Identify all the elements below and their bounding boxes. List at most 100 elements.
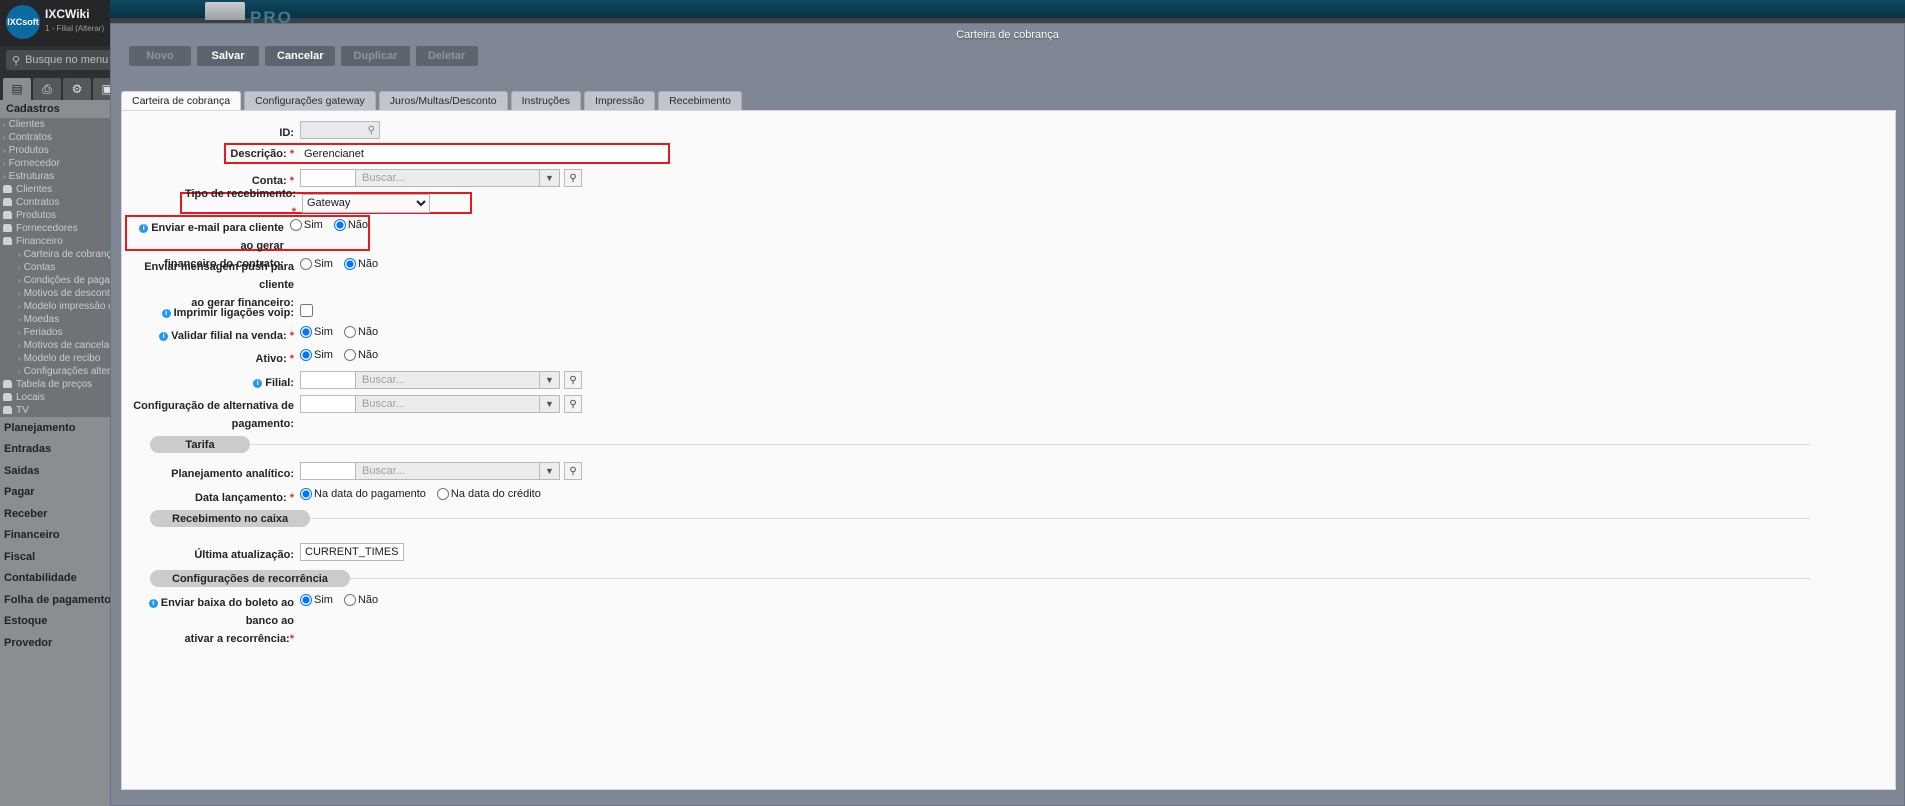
radio-input[interactable]: [343, 258, 356, 270]
tab-configura-es-gateway[interactable]: Configurações gateway: [244, 91, 376, 110]
sidebar-main-item-planejamento[interactable]: Planejamento: [0, 417, 110, 439]
search-input[interactable]: ⚲ Busque no menu: [6, 50, 110, 70]
gears-icon[interactable]: ⚙: [63, 78, 91, 100]
enviar-email-nao[interactable]: Não: [333, 219, 368, 231]
sidebar-item-contas[interactable]: › Contas: [0, 261, 110, 274]
tab-recebimento[interactable]: Recebimento: [658, 91, 742, 110]
sidebar-item-tv[interactable]: TV: [0, 404, 110, 417]
sidebar-item-estruturas[interactable]: › Estruturas: [0, 170, 110, 183]
list-icon[interactable]: ▤: [3, 78, 31, 100]
radio-input[interactable]: [300, 349, 312, 361]
sidebar-main-item-entradas[interactable]: Entradas: [0, 439, 110, 461]
chevron-down-icon[interactable]: ▼: [540, 371, 560, 389]
sidebar-item-modelo-impress-o-de-r[interactable]: ›Modelo impressão de R: [0, 300, 110, 313]
validar-filial-sim[interactable]: Sim: [300, 326, 333, 338]
enviar-push-sim[interactable]: Sim: [300, 258, 333, 270]
extra-icon[interactable]: ▣: [93, 78, 110, 100]
info-icon[interactable]: i: [253, 379, 263, 388]
radio-input[interactable]: [343, 326, 356, 338]
sidebar-main-item-fiscal[interactable]: Fiscal: [0, 546, 110, 568]
tipo-recebimento-select[interactable]: Gateway: [302, 193, 430, 213]
info-icon[interactable]: i: [161, 309, 171, 318]
sidebar-item-modelo-de-recibo[interactable]: › Modelo de recibo: [0, 352, 110, 365]
data-lancamento-pagamento[interactable]: Na data do pagamento: [300, 488, 426, 500]
validar-filial-nao[interactable]: Não: [343, 326, 378, 338]
ultima-atualizacao-input[interactable]: [300, 543, 404, 561]
sidebar-item-label: Clientes: [16, 184, 53, 195]
sidebar-main-item-contabilidade[interactable]: Contabilidade: [0, 568, 110, 590]
sidebar-main-item-estoque[interactable]: Estoque: [0, 611, 110, 633]
magnifier-icon[interactable]: ⚲: [564, 395, 582, 413]
sidebar-item-contratos[interactable]: Contratos: [0, 196, 110, 209]
conta-key-input[interactable]: [300, 169, 355, 187]
id-input[interactable]: ⚲: [300, 121, 380, 139]
radio-input[interactable]: [343, 594, 356, 606]
sidebar-main-item-saidas[interactable]: Saidas: [0, 460, 110, 482]
tab-instru-es[interactable]: Instruções: [510, 91, 582, 110]
sidebar-item-financeiro[interactable]: Financeiro: [0, 235, 110, 248]
sidebar-item-clientes[interactable]: Clientes: [0, 183, 110, 196]
imprimir-voip-checkbox[interactable]: [300, 304, 313, 317]
ativo-sim[interactable]: Sim: [300, 349, 333, 361]
enviar-email-sim[interactable]: Sim: [289, 219, 323, 231]
filial-placeholder[interactable]: Buscar...: [355, 371, 540, 389]
sidebar-item-fornecedores[interactable]: Fornecedores: [0, 222, 110, 235]
tab-impress-o[interactable]: Impressão: [584, 91, 656, 110]
sidebar-item-motivos-de-cancelamento[interactable]: ›Motivos de cancelamento: [0, 339, 110, 352]
config-alternativa-key-input[interactable]: [300, 395, 355, 413]
ativo-nao[interactable]: Não: [343, 349, 378, 361]
sidebar-main-item-provedor[interactable]: Provedor: [0, 632, 110, 654]
conta-placeholder[interactable]: Buscar...: [355, 169, 540, 187]
planejamento-key-input[interactable]: [300, 462, 355, 480]
radio-input[interactable]: [300, 326, 312, 338]
info-icon[interactable]: i: [139, 224, 149, 233]
magnifier-icon[interactable]: ⚲: [564, 371, 582, 389]
enviar-baixa-nao[interactable]: Não: [343, 594, 378, 606]
sidebar-item-clientes[interactable]: › Clientes: [0, 118, 110, 131]
chevron-down-icon[interactable]: ▼: [540, 169, 560, 187]
printer-icon[interactable]: ⎙: [33, 78, 61, 100]
info-icon[interactable]: i: [148, 599, 158, 608]
radio-input[interactable]: [289, 219, 302, 231]
salvar-button[interactable]: Salvar: [197, 46, 259, 66]
enviar-baixa-sim[interactable]: Sim: [300, 594, 333, 606]
branch-selector[interactable]: 1 - Filial (Alterar): [45, 24, 104, 33]
info-icon[interactable]: i: [159, 332, 169, 341]
radio-input[interactable]: [436, 488, 449, 500]
filial-key-input[interactable]: [300, 371, 355, 389]
descricao-input[interactable]: [300, 145, 668, 162]
sidebar-item-tabela-de-pre-os[interactable]: Tabela de preços: [0, 378, 110, 391]
data-lancamento-credito[interactable]: Na data do crédito: [436, 488, 541, 500]
sidebar-main-item-pagar[interactable]: Pagar: [0, 482, 110, 504]
sidebar-item-carteira-de-cobran-a[interactable]: › Carteira de cobrança: [0, 248, 110, 261]
radio-input[interactable]: [300, 258, 312, 270]
sidebar-item-fornecedor[interactable]: › Fornecedor: [0, 157, 110, 170]
radio-input[interactable]: [300, 488, 312, 500]
sidebar-item-condi-es-de-pagamento[interactable]: ›Condições de pagamento: [0, 274, 110, 287]
sidebar-item-feriados[interactable]: › Feriados: [0, 326, 110, 339]
tab-carteira-de-cobran-a[interactable]: Carteira de cobrança: [121, 91, 242, 110]
browser-tab[interactable]: [205, 2, 245, 20]
magnifier-icon[interactable]: ⚲: [564, 462, 582, 480]
tab-juros-multas-desconto[interactable]: Juros/Multas/Desconto: [378, 91, 508, 110]
radio-input[interactable]: [300, 594, 312, 606]
planejamento-placeholder[interactable]: Buscar...: [355, 462, 540, 480]
radio-input[interactable]: [333, 219, 346, 231]
radio-input[interactable]: [343, 349, 356, 361]
sidebar-item-contratos[interactable]: › Contratos: [0, 131, 110, 144]
cancelar-button[interactable]: Cancelar: [265, 46, 336, 66]
sidebar-main-item-financeiro[interactable]: Financeiro: [0, 525, 110, 547]
sidebar-item-configura-es-alternativ[interactable]: ›Configurações alternativ: [0, 365, 110, 378]
sidebar-main-item-receber[interactable]: Receber: [0, 503, 110, 525]
enviar-push-nao[interactable]: Não: [343, 258, 378, 270]
sidebar-item-produtos[interactable]: Produtos: [0, 209, 110, 222]
sidebar-item-moedas[interactable]: › Moedas: [0, 313, 110, 326]
sidebar-main-item-folha-de-pagamento[interactable]: Folha de pagamento: [0, 589, 110, 611]
sidebar-item-motivos-de-desconto[interactable]: › Motivos de desconto: [0, 287, 110, 300]
chevron-down-icon[interactable]: ▼: [540, 462, 560, 480]
sidebar-item-locais[interactable]: Locais: [0, 391, 110, 404]
sidebar-item-produtos[interactable]: › Produtos: [0, 144, 110, 157]
config-alternativa-placeholder[interactable]: Buscar...: [355, 395, 540, 413]
chevron-down-icon[interactable]: ▼: [540, 395, 560, 413]
magnifier-icon[interactable]: ⚲: [564, 169, 582, 187]
